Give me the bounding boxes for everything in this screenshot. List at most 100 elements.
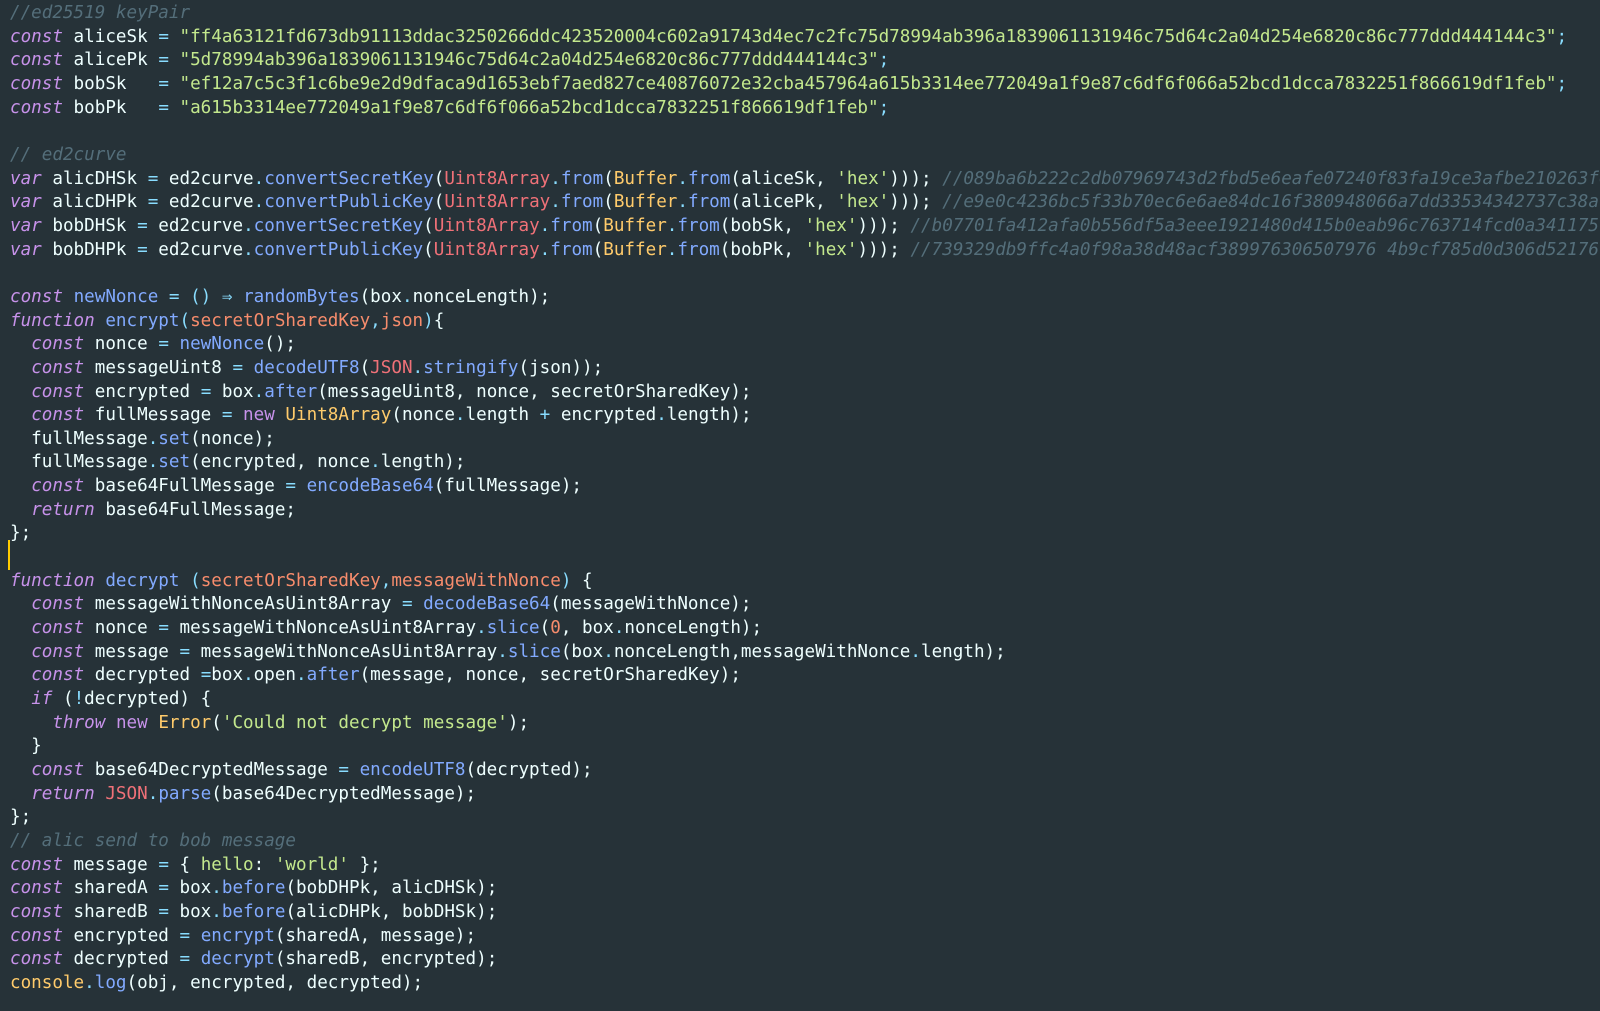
code-line[interactable]: function encrypt(secretOrSharedKey,json)…: [10, 310, 1600, 334]
code-line[interactable]: const bobPk = "a615b3314ee772049a1f9e87c…: [10, 97, 1600, 121]
code-token: console: [10, 972, 85, 993]
code-token: (: [423, 239, 434, 260]
code-line[interactable]: const encrypted = encrypt(sharedA, messa…: [10, 925, 1600, 949]
code-token: .: [296, 665, 307, 686]
code-token: newNonce: [73, 286, 159, 307]
code-token: return: [31, 499, 95, 520]
code-token: (: [433, 168, 445, 189]
code-token: .: [253, 381, 265, 402]
code-token: (: [603, 168, 614, 189]
code-token: }: [10, 736, 42, 757]
code-token: decodeBase64: [423, 594, 551, 615]
code-line[interactable]: };: [10, 522, 1600, 546]
code-token: "5d78994ab396a1839061131946c75d64c2a04d2…: [168, 50, 879, 71]
code-line[interactable]: const aliceSk = "ff4a63121fd673db91113dd…: [10, 26, 1600, 50]
code-line[interactable]: var bobDHSk = ed2curve.convertSecretKey(…: [10, 215, 1600, 239]
code-token: convertPublicKey: [264, 192, 434, 213]
code-token: messageWithNonce: [391, 570, 561, 591]
code-token: log: [94, 972, 127, 993]
code-line[interactable]: const alicePk = "5d78994ab396a1839061131…: [10, 49, 1600, 73]
code-token: after: [264, 381, 318, 402]
code-token: .: [550, 192, 561, 213]
code-line[interactable]: const nonce = newNonce();: [10, 333, 1600, 357]
code-line[interactable]: throw new Error('Could not decrypt messa…: [10, 712, 1600, 736]
code-token: {: [168, 854, 201, 875]
code-token: =: [221, 405, 233, 426]
code-token: secretOrSharedKey: [190, 310, 371, 331]
code-line[interactable]: fullMessage.set(nonce);: [10, 428, 1600, 452]
code-token: 'Could not decrypt message': [221, 712, 508, 733]
code-line[interactable]: const bobSk = "ef12a7c5c3f1c6be9e2d9dfac…: [10, 73, 1600, 97]
code-token: before: [221, 901, 286, 922]
code-line[interactable]: //ed25519 keyPair: [10, 2, 1600, 26]
code-token: return: [31, 783, 95, 804]
code-line[interactable]: return base64FullMessage;: [10, 499, 1600, 523]
code-token: =: [200, 381, 212, 402]
code-line[interactable]: var alicDHPk = ed2curve.convertPublicKey…: [10, 191, 1600, 215]
code-token: sharedB: [62, 901, 159, 922]
code-line[interactable]: var alicDHSk = ed2curve.convertSecretKey…: [10, 168, 1600, 192]
code-token: (: [539, 618, 551, 639]
code-line[interactable]: // ed2curve: [10, 144, 1600, 168]
code-token: base64DecryptedMessage: [84, 760, 339, 780]
code-token: JSON: [105, 783, 148, 804]
code-line[interactable]: const encrypted = box.after(messageUint8…: [10, 381, 1600, 405]
code-line[interactable]: [10, 120, 1600, 144]
code-line[interactable]: const sharedA = box.before(bobDHPk, alic…: [10, 877, 1600, 901]
code-token: "ef12a7c5c3f1c6be9e2d9dfaca9d1653ebf7aed…: [168, 73, 1557, 94]
code-token: (: [603, 192, 614, 213]
code-token: new: [243, 405, 275, 426]
code-token: decrypt: [200, 949, 275, 970]
code-editor[interactable]: //ed25519 keyPair const aliceSk = "ff4a63…: [0, 0, 1600, 1011]
code-token: from: [687, 192, 731, 213]
code-line[interactable]: [10, 546, 1600, 570]
code-token: (messageUint8, nonce, secretOrSharedKey)…: [317, 381, 752, 402]
code-token: fullMessage: [10, 452, 148, 473]
code-line[interactable]: fullMessage.set(encrypted, nonce.length)…: [10, 451, 1600, 475]
code-token: ed2curve: [158, 192, 254, 213]
code-token: 'hex': [836, 192, 890, 213]
code-line[interactable]: const messageUint8 = decodeUTF8(JSON.str…: [10, 357, 1600, 381]
code-token: encrypt: [105, 310, 180, 331]
code-token: ed2curve: [158, 168, 254, 189]
code-line[interactable]: const nonce = messageWithNonceAsUint8Arr…: [10, 617, 1600, 641]
code-line[interactable]: return JSON.parse(base64DecryptedMessage…: [10, 783, 1600, 807]
code-token: .: [613, 618, 625, 639]
code-line[interactable]: var bobDHPk = ed2curve.convertPublicKey(…: [10, 239, 1600, 263]
code-line[interactable]: }: [10, 735, 1600, 759]
code-token: from: [560, 168, 604, 189]
code-area[interactable]: //ed25519 keyPair const aliceSk = "ff4a63…: [10, 2, 1600, 996]
code-line[interactable]: // alic send to bob message: [10, 830, 1600, 854]
code-token: =: [179, 949, 191, 970]
code-line[interactable]: const sharedB = box.before(alicDHPk, bob…: [10, 901, 1600, 925]
code-line[interactable]: const message = messageWithNonceAsUint8A…: [10, 641, 1600, 665]
code-token: //e9e0c4236bc5f33b70ec6e6ae84dc16f380948…: [942, 192, 1599, 213]
code-line[interactable]: const decrypted = decrypt(sharedB, encry…: [10, 948, 1600, 972]
code-token: =: [158, 97, 169, 118]
code-token: .: [603, 641, 614, 662]
code-token: (sharedA, message);: [274, 925, 477, 946]
code-line[interactable]: [10, 262, 1600, 286]
code-token: messageUint8: [84, 357, 233, 378]
code-line[interactable]: const base64DecryptedMessage = encodeUTF…: [10, 759, 1600, 783]
code-line[interactable]: const newNonce = () ⇒ randomBytes(box.no…: [10, 286, 1600, 310]
code-line[interactable]: const messageWithNonceAsUint8Array = dec…: [10, 593, 1600, 617]
code-line[interactable]: const decrypted =box.open.after(message,…: [10, 664, 1600, 688]
code-line[interactable]: const message = { hello: 'world' };: [10, 854, 1600, 878]
text-cursor: [8, 540, 10, 570]
code-line[interactable]: const fullMessage = new Uint8Array(nonce…: [10, 404, 1600, 428]
code-line[interactable]: const base64FullMessage = encodeBase64(f…: [10, 475, 1600, 499]
code-token: message: [62, 854, 159, 875]
code-line[interactable]: console.log(obj, encrypted, decrypted);: [10, 972, 1600, 996]
code-line[interactable]: function decrypt (secretOrSharedKey,mess…: [10, 570, 1600, 594]
code-line[interactable]: };: [10, 806, 1600, 830]
code-token: , box: [560, 618, 614, 639]
code-token: set: [158, 428, 191, 449]
code-line[interactable]: if (!decrypted) {: [10, 688, 1600, 712]
code-token: box: [211, 665, 244, 686]
